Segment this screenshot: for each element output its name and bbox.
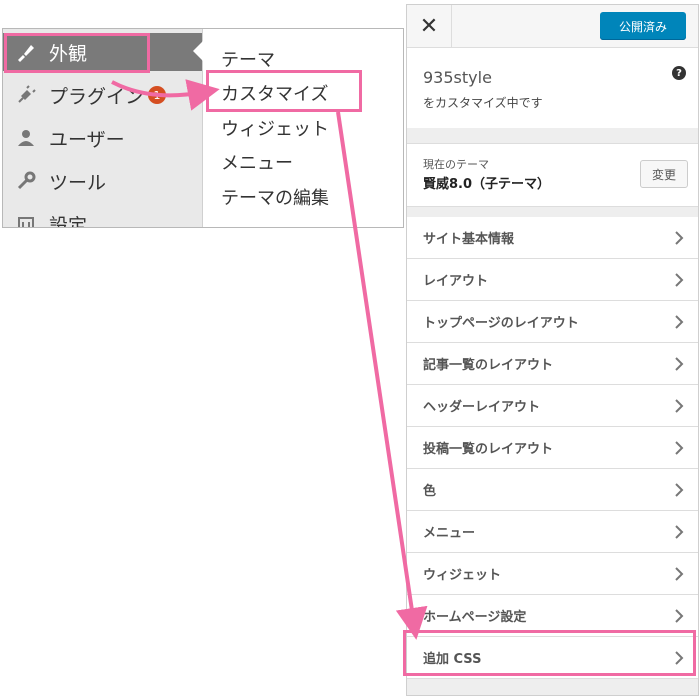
chevron-right-icon (675, 357, 684, 371)
section-label: トップページのレイアウト (423, 316, 579, 331)
close-icon: ✕ (419, 13, 439, 39)
update-count-badge: 1 (148, 86, 167, 104)
section-colors[interactable]: 色 (407, 469, 698, 511)
customizer-site-info: 935style をカスタマイズ中です ? (407, 48, 698, 128)
customizer-header: ✕ 公開済み (407, 5, 698, 48)
paintbrush-icon (15, 41, 37, 63)
section-label: 色 (423, 484, 437, 499)
chevron-right-icon (675, 399, 684, 413)
close-button[interactable]: ✕ (407, 5, 452, 47)
menu-item-appearance[interactable]: 外観 (3, 33, 203, 71)
submenu-pointer (193, 41, 203, 61)
section-label: ウィジェット (423, 568, 502, 583)
section-additional-css[interactable]: 追加 CSS (407, 637, 698, 679)
chevron-right-icon (675, 441, 684, 455)
menu-item-label: 設定 (49, 214, 88, 228)
customizer-sections: サイト基本情報 レイアウト トップページのレイアウト 記事一覧のレイアウト ヘッ… (407, 217, 698, 679)
active-theme-box: 現在のテーマ 賢威8.0（子テーマ） 変更 (407, 143, 698, 207)
menu-item-label: ツール (49, 171, 107, 194)
section-menus[interactable]: メニュー (407, 511, 698, 553)
submenu-item-themes[interactable]: テーマ (221, 46, 275, 72)
submenu-item-menus[interactable]: メニュー (221, 149, 293, 175)
section-layout[interactable]: レイアウト (407, 259, 698, 301)
section-label: ホームページ設定 (423, 610, 527, 625)
chevron-right-icon (675, 609, 684, 623)
chevron-right-icon (675, 567, 684, 581)
theme-name: 賢威8.0（子テーマ） (423, 177, 551, 192)
section-top-page-layout[interactable]: トップページのレイアウト (407, 301, 698, 343)
user-icon (15, 127, 37, 149)
section-label: サイト基本情報 (423, 232, 515, 247)
section-label: レイアウト (423, 274, 489, 289)
menu-item-label: プラグイン (49, 85, 145, 108)
chevron-right-icon (675, 651, 684, 665)
submenu-item-customize[interactable]: カスタマイズ (221, 80, 328, 106)
settings-icon (15, 213, 37, 227)
site-title: 935style (423, 68, 492, 87)
section-label: 投稿一覧のレイアウト (423, 442, 554, 457)
admin-menu-screenshot: 外観 プラグイン 1 ユーザー ツール 設定 テーマ カスタマイズ ウィジェット… (2, 28, 404, 228)
menu-item-label: 外観 (49, 42, 88, 65)
section-label: ヘッダーレイアウト (423, 400, 541, 415)
publish-button[interactable]: 公開済み (600, 12, 686, 40)
change-theme-button[interactable]: 変更 (640, 160, 688, 188)
section-article-list-layout[interactable]: 記事一覧のレイアウト (407, 343, 698, 385)
wrench-icon (15, 170, 37, 192)
chevron-right-icon (675, 315, 684, 329)
section-label: 追加 CSS (423, 652, 482, 667)
chevron-right-icon (675, 525, 684, 539)
chevron-right-icon (675, 273, 684, 287)
section-widgets[interactable]: ウィジェット (407, 553, 698, 595)
chevron-right-icon (675, 483, 684, 497)
menu-item-settings[interactable]: 設定 (3, 205, 203, 228)
section-site-identity[interactable]: サイト基本情報 (407, 217, 698, 259)
section-homepage-settings[interactable]: ホームページ設定 (407, 595, 698, 637)
admin-sidebar: 外観 プラグイン 1 ユーザー ツール 設定 (3, 29, 203, 227)
submenu-item-theme-editor[interactable]: テーマの編集 (221, 184, 329, 210)
section-header-layout[interactable]: ヘッダーレイアウト (407, 385, 698, 427)
submenu-item-widgets[interactable]: ウィジェット (221, 115, 329, 141)
plugin-icon (15, 84, 37, 106)
menu-item-label: ユーザー (49, 128, 125, 151)
section-post-list-layout[interactable]: 投稿一覧のレイアウト (407, 427, 698, 469)
menu-item-tools[interactable]: ツール (3, 162, 203, 200)
section-label: メニュー (423, 526, 476, 541)
chevron-right-icon (675, 231, 684, 245)
menu-item-plugins[interactable]: プラグイン 1 (3, 76, 203, 114)
help-icon[interactable]: ? (672, 66, 686, 80)
customizing-notice: をカスタマイズ中です (423, 96, 543, 110)
theme-label: 現在のテーマ (423, 158, 489, 171)
customizer-panel: ✕ 公開済み 935style をカスタマイズ中です ? 現在のテーマ 賢威8.… (406, 4, 699, 696)
section-label: 記事一覧のレイアウト (423, 358, 554, 373)
menu-item-users[interactable]: ユーザー (3, 119, 203, 157)
appearance-submenu: テーマ カスタマイズ ウィジェット メニュー テーマの編集 (193, 29, 403, 227)
